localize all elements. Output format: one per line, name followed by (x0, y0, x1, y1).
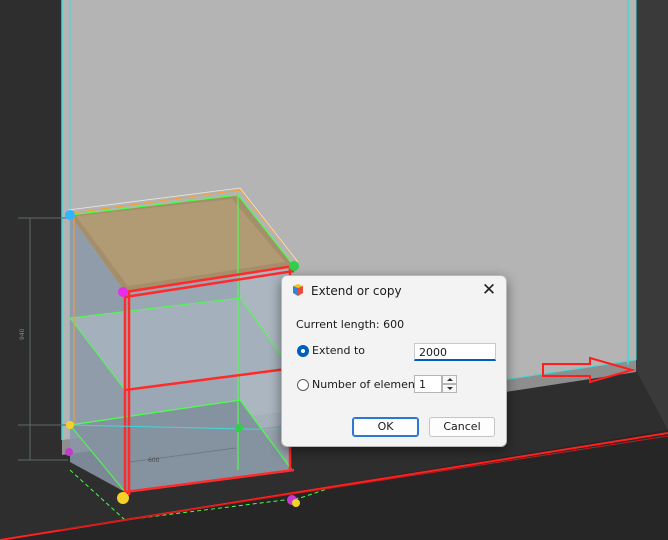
number-of-elements-input[interactable]: 1 (414, 375, 442, 393)
dialog-titlebar[interactable]: Extend or copy ✕ (282, 276, 506, 304)
grip-handle[interactable] (118, 287, 128, 297)
number-of-elements-radio[interactable] (297, 379, 309, 391)
grip-handle[interactable] (65, 448, 73, 456)
3d-viewport[interactable]: 940 600 (0, 0, 668, 540)
cancel-button[interactable]: Cancel (429, 417, 495, 437)
extend-to-input[interactable]: 2000 (414, 343, 496, 361)
spin-up-icon[interactable] (442, 375, 457, 384)
extend-to-label[interactable]: Extend to (312, 344, 365, 357)
dimension-label: 600 (148, 457, 160, 464)
grip-handle[interactable] (117, 492, 129, 504)
spin-down-icon[interactable] (442, 384, 457, 393)
close-icon[interactable]: ✕ (478, 280, 500, 300)
dialog-title: Extend or copy (311, 284, 402, 298)
extend-or-copy-dialog: Extend or copy ✕ Current length: 600 Ext… (281, 275, 507, 447)
extend-to-radio[interactable] (297, 345, 309, 357)
svg-text:940: 940 (19, 328, 26, 340)
grip-handle[interactable] (235, 424, 243, 432)
current-length-label: Current length: 600 (296, 318, 405, 331)
grip-handle[interactable] (65, 210, 75, 220)
app-logo-icon (293, 284, 303, 296)
ok-button[interactable]: OK (352, 417, 419, 437)
grip-handle[interactable] (66, 421, 74, 429)
grip-handle[interactable] (289, 261, 299, 271)
number-of-elements-label[interactable]: Number of elements (312, 378, 425, 391)
